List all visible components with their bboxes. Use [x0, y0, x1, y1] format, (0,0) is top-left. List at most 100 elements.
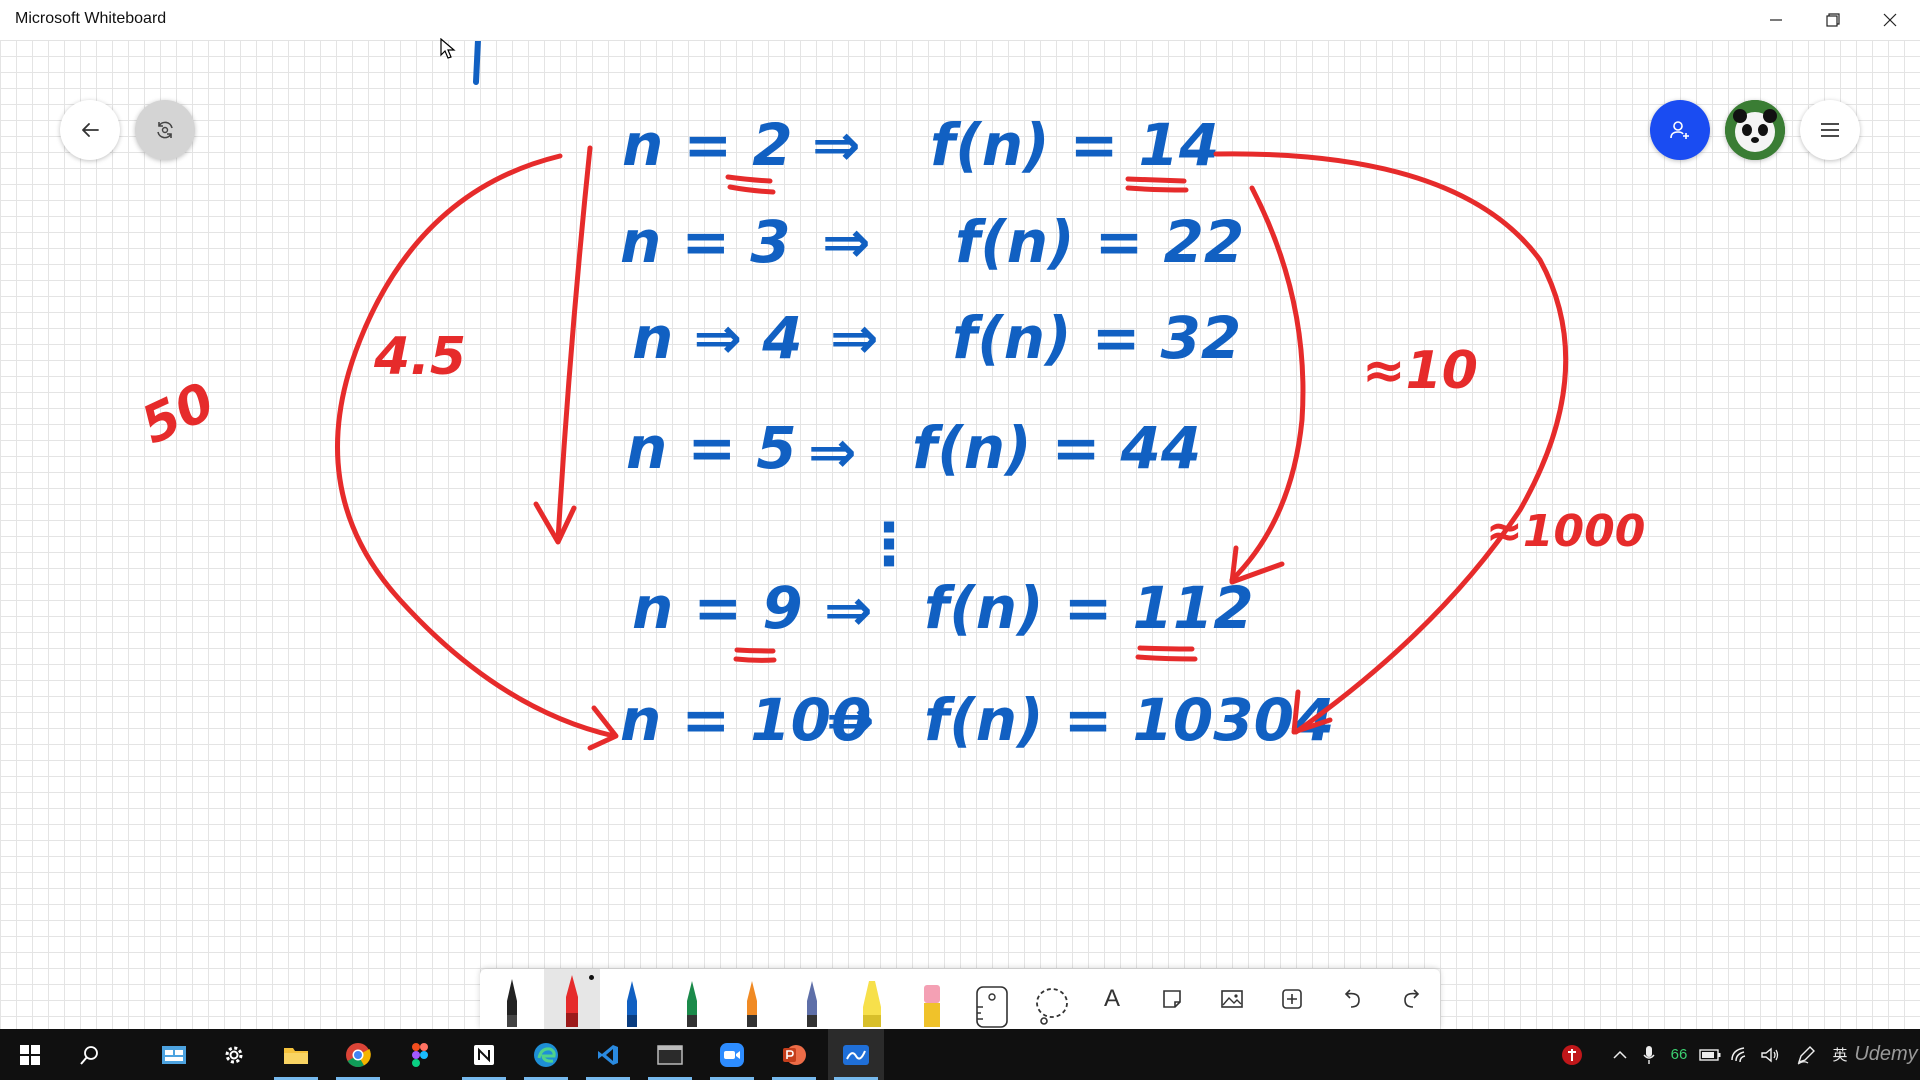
text-tool[interactable]: A	[1084, 969, 1140, 1029]
row-dots: ⋮	[860, 510, 918, 578]
chrome-app[interactable]	[330, 1029, 386, 1080]
speaker-icon	[1761, 1047, 1779, 1062]
edge-icon	[534, 1042, 558, 1067]
file-explorer-app[interactable]	[268, 1029, 324, 1080]
figma-icon	[412, 1042, 428, 1067]
left-arc-head	[587, 705, 619, 751]
add-person-icon	[1670, 121, 1689, 139]
black-pen-tool[interactable]	[484, 969, 540, 1029]
sync-button[interactable]	[135, 100, 195, 160]
lasso-tool[interactable]	[1024, 969, 1080, 1029]
start-button[interactable]	[2, 1029, 58, 1080]
row-n4-arrow: ⇒	[830, 304, 879, 372]
show-hidden-icons[interactable]	[1606, 1029, 1634, 1080]
figma-app[interactable]	[392, 1029, 448, 1080]
stray-blue-stroke	[473, 40, 481, 85]
search-icon	[80, 1045, 98, 1065]
galaxy-pen-icon	[807, 981, 817, 1027]
avatar[interactable]	[1725, 100, 1785, 160]
rainbow-pen-icon	[747, 981, 757, 1027]
highlighter-tool[interactable]	[844, 969, 900, 1029]
red-pen-tool[interactable]	[544, 969, 600, 1029]
whiteboard-icon	[843, 1044, 869, 1065]
edge-app[interactable]	[518, 1029, 574, 1080]
inking-toolbar: A	[480, 969, 1440, 1029]
menu-button[interactable]	[1800, 100, 1860, 160]
rainbow-pen-tool[interactable]	[724, 969, 780, 1029]
close-button[interactable]	[1862, 0, 1918, 40]
task-view-app[interactable]	[146, 1029, 202, 1080]
pen-tray[interactable]	[1792, 1029, 1820, 1080]
whiteboard-app[interactable]	[828, 1029, 884, 1080]
battery-percent: 66	[1670, 1046, 1688, 1063]
add-tool[interactable]	[1264, 969, 1320, 1029]
powerpoint-icon	[783, 1044, 806, 1065]
row-n5-arrow: ⇒	[808, 418, 857, 486]
close-icon	[1883, 13, 1897, 27]
selected-dot	[589, 975, 594, 980]
input-method[interactable]: 英	[1826, 1029, 1854, 1080]
whiteboard-canvas[interactable]: n = 2 ⇒ f(n) = 14 n = 3 ⇒ f(n) = 22 n ⇒ …	[0, 40, 1920, 1029]
image-tool[interactable]	[1204, 969, 1260, 1029]
undo-button[interactable]	[1324, 969, 1380, 1029]
ratio-approx-10: ≈10	[1362, 341, 1478, 401]
microphone-tray[interactable]	[1636, 1029, 1662, 1080]
battery-tray[interactable]	[1696, 1029, 1724, 1080]
security-tray[interactable]	[1556, 1029, 1588, 1080]
notion-icon	[474, 1044, 494, 1065]
galaxy-pen-tool[interactable]	[784, 969, 840, 1029]
search-button[interactable]	[62, 1029, 118, 1080]
blue-pen-icon	[627, 981, 637, 1027]
gear-icon	[225, 1046, 243, 1063]
vs-code-icon	[598, 1044, 618, 1065]
ruler-tool[interactable]	[964, 969, 1020, 1029]
underline-n9	[733, 647, 777, 663]
mouse-cursor-icon	[440, 38, 456, 59]
row-n100-right: f(n) = 10304	[924, 686, 1334, 754]
task-view-icon	[162, 1045, 186, 1064]
row-n9-right: f(n) = 112	[924, 574, 1254, 642]
sticky-note-tool[interactable]	[1144, 969, 1200, 1029]
ink-layer: n = 2 ⇒ f(n) = 14 n = 3 ⇒ f(n) = 22 n ⇒ …	[133, 40, 1645, 754]
left-arc-line	[335, 153, 617, 739]
row-n5-left: n = 5	[626, 414, 797, 482]
title-bar: Microsoft Whiteboard	[0, 0, 1920, 41]
arrow-left-icon	[82, 123, 99, 137]
vs-code-app[interactable]	[580, 1029, 636, 1080]
terminal-icon	[657, 1044, 683, 1065]
blue-pen-tool[interactable]	[604, 969, 660, 1029]
invite-button[interactable]	[1650, 100, 1710, 160]
restore-icon	[1826, 13, 1840, 27]
row-n9-arrow: ⇒	[824, 576, 873, 644]
wifi-icon	[1731, 1046, 1746, 1062]
panda-avatar	[1725, 100, 1785, 160]
powerpoint-app[interactable]	[766, 1029, 822, 1080]
eraser-tool[interactable]	[904, 969, 960, 1029]
redo-button[interactable]	[1384, 969, 1440, 1029]
terminal-app[interactable]	[642, 1029, 698, 1080]
sticky-note-icon	[1163, 990, 1181, 1008]
sync-icon	[157, 121, 173, 139]
ratio-approx-1000: ≈1000	[1486, 506, 1645, 557]
row-n3-arrow: ⇒	[822, 208, 871, 276]
down-arrow-line	[555, 145, 593, 543]
back-button[interactable]	[60, 100, 120, 160]
shield-icon	[1562, 1044, 1582, 1065]
network-tray[interactable]	[1726, 1029, 1754, 1080]
taskbar: 66 英 Udemy	[0, 1029, 1920, 1080]
volume-tray[interactable]	[1756, 1029, 1784, 1080]
underline-14	[1125, 176, 1189, 193]
zoom-icon	[720, 1042, 744, 1067]
restore-button[interactable]	[1805, 0, 1861, 40]
minimize-button[interactable]	[1748, 0, 1804, 40]
settings-app[interactable]	[206, 1029, 262, 1080]
lasso-icon	[1036, 988, 1068, 1025]
green-pen-tool[interactable]	[664, 969, 720, 1029]
image-icon	[1221, 990, 1243, 1008]
udemy-watermark: Udemy	[1854, 1043, 1918, 1065]
notion-app[interactable]	[456, 1029, 512, 1080]
down-arrow-head	[533, 501, 577, 545]
zoom-app[interactable]	[704, 1029, 760, 1080]
row-n4-right: f(n) = 32	[952, 304, 1241, 372]
text-icon: A	[1103, 985, 1120, 1012]
